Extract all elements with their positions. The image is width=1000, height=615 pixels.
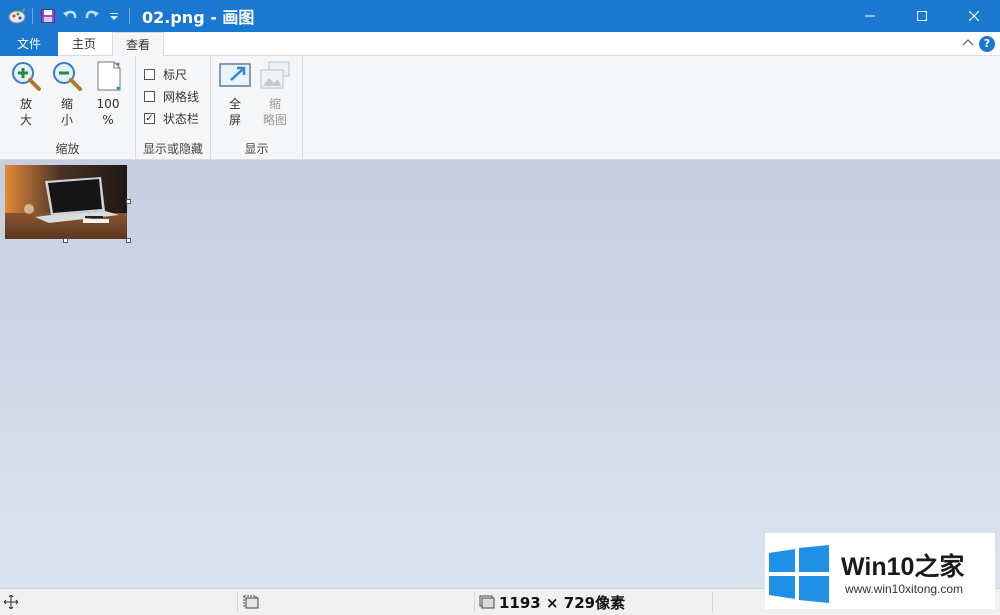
qat-divider bbox=[32, 8, 33, 24]
actual-size-label-2: % bbox=[102, 113, 114, 127]
show-hide-group: 标尺 网格线 ✓ 状态栏 显示或隐藏 bbox=[136, 56, 211, 160]
thumbnail-label-2: 略图 bbox=[262, 113, 287, 127]
fullscreen-label-1: 全 bbox=[228, 97, 241, 111]
image-size-text: 1193 × 729像素 bbox=[499, 593, 626, 612]
display-group: 全 屏 缩 略图 显示 bbox=[211, 56, 303, 160]
window-controls bbox=[844, 0, 1000, 32]
zoom-out-label-1: 缩 bbox=[60, 97, 73, 111]
zoom-out-icon bbox=[51, 60, 83, 92]
thumbnail-label-1: 缩 bbox=[268, 97, 281, 111]
statusbar-checkbox[interactable]: ✓ 状态栏 bbox=[144, 110, 199, 127]
actual-size-button[interactable]: 100 % bbox=[88, 60, 128, 128]
fullscreen-label-2: 屏 bbox=[228, 113, 241, 127]
canvas-image[interactable] bbox=[5, 165, 127, 239]
quick-access-toolbar: 02.png - 画图 bbox=[0, 0, 254, 32]
watermark-title: Win10之家 bbox=[841, 553, 965, 581]
close-button[interactable] bbox=[948, 0, 1000, 32]
thumbnail-button[interactable]: 缩 略图 bbox=[255, 60, 295, 128]
resize-handle-bottom[interactable] bbox=[63, 238, 68, 243]
show-hide-group-label: 显示或隐藏 bbox=[142, 142, 203, 156]
resize-handle-right[interactable] bbox=[126, 199, 131, 204]
zoom-in-label-2: 大 bbox=[19, 113, 32, 127]
status-divider bbox=[474, 592, 475, 612]
redo-icon[interactable] bbox=[81, 5, 103, 27]
customize-qat-icon[interactable] bbox=[103, 5, 125, 27]
gridlines-checkbox[interactable]: 网格线 bbox=[144, 88, 199, 105]
thumbnail-icon bbox=[259, 60, 291, 92]
laptop-photo bbox=[5, 165, 127, 239]
ruler-check-box[interactable] bbox=[144, 69, 155, 80]
statusbar-label: 状态栏 bbox=[163, 112, 200, 126]
cursor-position-icon bbox=[4, 589, 18, 615]
watermark: Win10之家 www.win10xitong.com bbox=[765, 533, 995, 609]
save-icon[interactable] bbox=[37, 5, 59, 27]
ribbon-panel: 放 大 缩 小 100 % 缩放 标尺 网格线 ✓ 状态栏 显示或隐藏 全 屏 … bbox=[0, 56, 1000, 160]
zoom-out-button[interactable]: 缩 小 bbox=[47, 60, 87, 128]
fullscreen-button[interactable]: 全 屏 bbox=[215, 60, 255, 128]
paint-app-icon[interactable] bbox=[6, 5, 28, 27]
zoom-in-button[interactable]: 放 大 bbox=[6, 60, 46, 128]
zoom-in-label-1: 放 bbox=[19, 97, 32, 111]
maximize-button[interactable] bbox=[896, 0, 948, 32]
windows-logo-icon bbox=[769, 545, 829, 603]
qat-divider bbox=[129, 8, 130, 24]
paint-window: 02.png - 画图 文件 主页 查看 ? 放 大 缩 小 100 % 缩放 … bbox=[0, 0, 1000, 615]
title-bar: 02.png - 画图 bbox=[0, 0, 1000, 32]
canvas-area[interactable] bbox=[0, 160, 1000, 588]
selection-size-icon bbox=[243, 589, 259, 615]
ruler-checkbox[interactable]: 标尺 bbox=[144, 66, 187, 83]
status-divider bbox=[712, 592, 713, 612]
ribbon-tabs: 文件 主页 查看 ? bbox=[0, 32, 1000, 57]
window-title: 02.png - 画图 bbox=[142, 8, 255, 27]
resize-handle-corner[interactable] bbox=[126, 238, 131, 243]
watermark-url: www.win10xitong.com bbox=[845, 582, 964, 596]
status-divider bbox=[237, 592, 238, 612]
help-button[interactable]: ? bbox=[979, 36, 995, 52]
tab-view[interactable]: 查看 bbox=[112, 32, 164, 57]
statusbar-check-box[interactable]: ✓ bbox=[144, 113, 155, 124]
actual-size-label-1: 100 bbox=[96, 97, 120, 111]
minimize-button[interactable] bbox=[844, 0, 896, 32]
zoom-group-label: 缩放 bbox=[55, 142, 80, 156]
zoom-out-label-2: 小 bbox=[60, 113, 73, 127]
display-group-label: 显示 bbox=[244, 142, 269, 156]
image-size-icon bbox=[479, 595, 495, 609]
gridlines-label: 网格线 bbox=[163, 90, 200, 104]
fullscreen-icon bbox=[219, 60, 251, 92]
ruler-label: 标尺 bbox=[163, 68, 188, 82]
image-size-area: 1193 × 729像素 bbox=[479, 589, 625, 615]
gridlines-check-box[interactable] bbox=[144, 91, 155, 102]
tab-home[interactable]: 主页 bbox=[58, 32, 110, 56]
zoom-in-icon bbox=[10, 60, 42, 92]
undo-icon[interactable] bbox=[59, 5, 81, 27]
tab-file[interactable]: 文件 bbox=[0, 32, 58, 56]
collapse-ribbon-icon[interactable] bbox=[960, 35, 976, 51]
page-100-icon bbox=[92, 60, 124, 92]
zoom-group: 放 大 缩 小 100 % 缩放 bbox=[0, 56, 136, 160]
